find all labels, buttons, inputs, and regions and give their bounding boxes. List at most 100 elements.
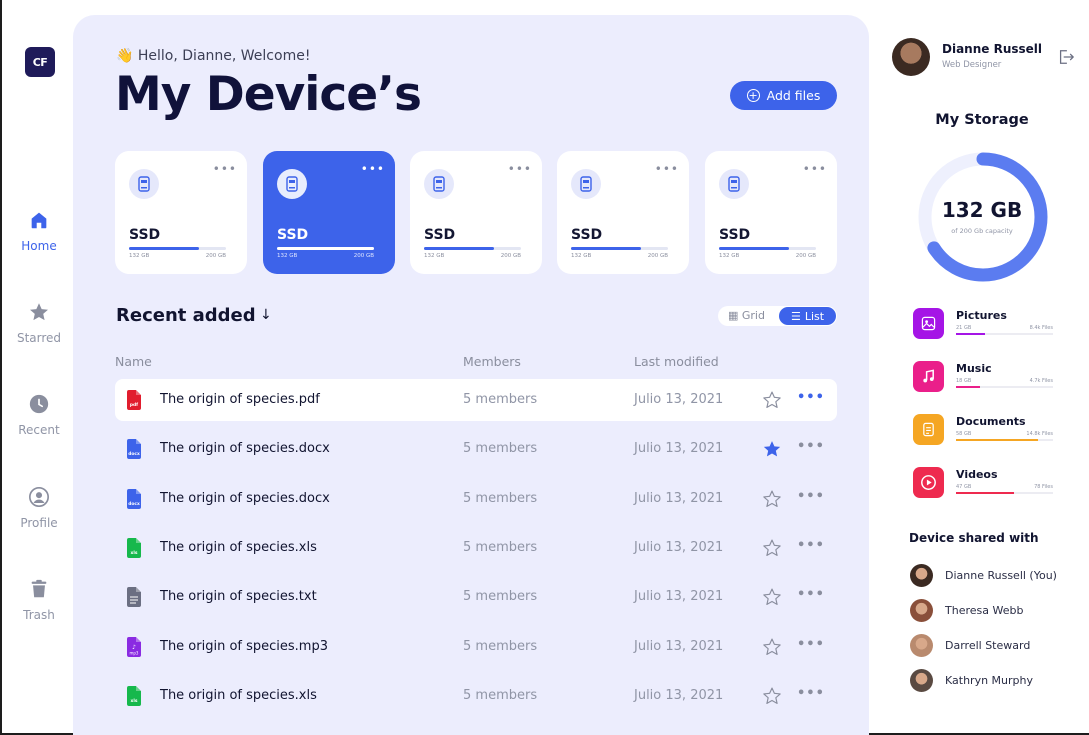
more-options-icon[interactable]: ••• [797, 587, 825, 602]
star-outline-icon[interactable] [762, 390, 782, 410]
more-options-icon[interactable]: ••• [797, 489, 825, 504]
user-name: Dianne Russell [942, 42, 1043, 56]
greeting-text: 👋 Hello, Dianne, Welcome! [116, 48, 311, 64]
right-panel: Dianne Russell Web Designer My Storage 1… [869, 0, 1089, 735]
file-name[interactable]: The origin of species.mp3 [160, 639, 328, 654]
grid-view-button[interactable]: ▦ Grid [728, 309, 765, 322]
more-options-icon[interactable]: ••• [213, 162, 237, 176]
shared-person[interactable]: Theresa Webb [910, 599, 1089, 623]
file-members: 5 members [463, 638, 538, 654]
storage-category-music[interactable]: Music 18 GB 4.7k Files [913, 361, 1053, 393]
device-name: SSD [277, 227, 309, 243]
category-size: 18 GB [956, 378, 972, 384]
nav-item-recent[interactable]: Recent [0, 393, 78, 437]
more-options-icon[interactable]: ••• [797, 390, 825, 405]
column-header-members[interactable]: Members [463, 354, 521, 369]
storage-category-pictures[interactable]: Pictures 21 GB 8.4k Files [913, 308, 1053, 340]
device-usage-bar [424, 247, 521, 250]
add-files-button[interactable]: + Add files [730, 81, 837, 110]
storage-category-documents[interactable]: Documents 58 GB 14.8k Files [913, 414, 1053, 446]
file-date: Julio 13, 2021 [634, 589, 724, 605]
device-capacity: 200 GB [795, 253, 816, 259]
file-name[interactable]: The origin of species.xls [160, 540, 317, 555]
file-name[interactable]: The origin of species.pdf [160, 392, 320, 407]
storage-used-value: 132 GB [941, 198, 1023, 222]
my-storage-heading: My Storage [935, 112, 1029, 128]
nav-item-starred[interactable]: Starred [0, 301, 78, 345]
nav-item-profile[interactable]: Profile [0, 486, 78, 530]
device-card[interactable]: ••• SSD 132 GB 200 GB [557, 151, 689, 274]
svg-text:xls: xls [131, 550, 138, 556]
user-icon [29, 487, 49, 507]
file-name[interactable]: The origin of species.xls [160, 688, 317, 703]
sort-arrow-down-icon[interactable]: ↓ [260, 307, 272, 323]
file-members: 5 members [463, 392, 538, 407]
more-options-icon[interactable]: ••• [797, 637, 825, 652]
more-options-icon[interactable]: ••• [797, 686, 825, 701]
file-date: Julio 13, 2021 [634, 687, 724, 703]
table-row[interactable]: docx The origin of species.docx 5 members J… [115, 428, 837, 470]
table-row[interactable]: docx The origin of species.docx 5 members J… [115, 478, 837, 520]
device-name: SSD [129, 227, 161, 243]
table-row[interactable]: xls The origin of species.xls 5 members Jul… [115, 527, 837, 569]
view-toggle: ▦ Grid ☰ List [718, 306, 837, 326]
category-usage-fill [956, 386, 981, 388]
shared-person-name: Dianne Russell (You) [945, 569, 1057, 582]
shared-person[interactable]: Darrell Steward [910, 634, 1089, 658]
storage-category-videos[interactable]: Videos 47 GB 78 Files [913, 467, 1053, 499]
nav-label-recent: Recent [18, 423, 60, 437]
more-options-icon[interactable]: ••• [655, 162, 679, 176]
star-outline-icon[interactable] [762, 489, 782, 509]
device-card-selected[interactable]: ••• SSD 132 GB 200 GB [263, 151, 395, 274]
star-outline-icon[interactable] [762, 587, 782, 607]
file-date: Julio 13, 2021 [634, 638, 724, 654]
more-options-icon[interactable]: ••• [361, 162, 385, 176]
device-card[interactable]: ••• SSD 132 GB 200 GB [410, 151, 542, 274]
file-members: 5 members [463, 539, 538, 555]
more-options-icon[interactable]: ••• [797, 439, 825, 454]
category-name: Music [956, 362, 992, 375]
list-view-button[interactable]: ☰ List [779, 307, 836, 325]
device-usage-bar [277, 247, 374, 250]
star-outline-icon[interactable] [762, 686, 782, 706]
table-row[interactable]: ♪ mp3 The origin of species.mp3 5 members Ju… [115, 626, 837, 668]
table-row[interactable]: xls The origin of species.xls 5 members Jul… [115, 675, 837, 717]
svg-text:docx: docx [128, 451, 140, 457]
star-outline-icon[interactable] [762, 637, 782, 657]
device-usage-fill [277, 247, 374, 250]
file-name[interactable]: The origin of species.docx [160, 441, 330, 456]
file-name[interactable]: The origin of species.txt [160, 589, 317, 604]
plus-circle-icon: + [746, 88, 760, 102]
shared-person[interactable]: Dianne Russell (You) [910, 564, 1089, 588]
device-used: 132 GB [424, 253, 445, 259]
category-file-count: 4.7k Files [1029, 378, 1053, 384]
table-row[interactable]: The origin of species.txt 5 members Julio … [115, 576, 837, 618]
avatar [910, 669, 933, 692]
file-members: 5 members [463, 490, 538, 506]
file-members: 5 members [463, 589, 538, 605]
logo-text: CF [32, 55, 48, 69]
more-options-icon[interactable]: ••• [508, 162, 532, 176]
column-header-modified[interactable]: Last modified [634, 354, 719, 369]
shared-person-name: Theresa Webb [945, 604, 1024, 617]
home-icon [31, 212, 47, 229]
table-row[interactable]: pdf The origin of species.pdf 5 members Jul… [115, 379, 837, 421]
device-card[interactable]: ••• SSD 132 GB 200 GB [115, 151, 247, 274]
file-name[interactable]: The origin of species.docx [160, 491, 330, 506]
list-view-label: List [804, 309, 825, 323]
star-filled-icon[interactable] [762, 439, 782, 459]
more-options-icon[interactable]: ••• [803, 162, 827, 176]
column-header-name[interactable]: Name [115, 354, 152, 369]
drive-icon [277, 169, 307, 199]
more-options-icon[interactable]: ••• [797, 538, 825, 553]
device-used: 132 GB [129, 253, 150, 259]
device-card[interactable]: ••• SSD 132 GB 200 GB [705, 151, 837, 274]
app-logo[interactable]: CF [25, 47, 55, 77]
shared-person[interactable]: Kathryn Murphy [910, 669, 1089, 693]
nav-item-home[interactable]: Home [0, 209, 78, 253]
device-name: SSD [571, 227, 603, 243]
logout-icon[interactable] [1057, 48, 1075, 66]
star-outline-icon[interactable] [762, 538, 782, 558]
user-avatar[interactable] [892, 38, 930, 76]
nav-item-trash[interactable]: Trash [0, 578, 78, 622]
